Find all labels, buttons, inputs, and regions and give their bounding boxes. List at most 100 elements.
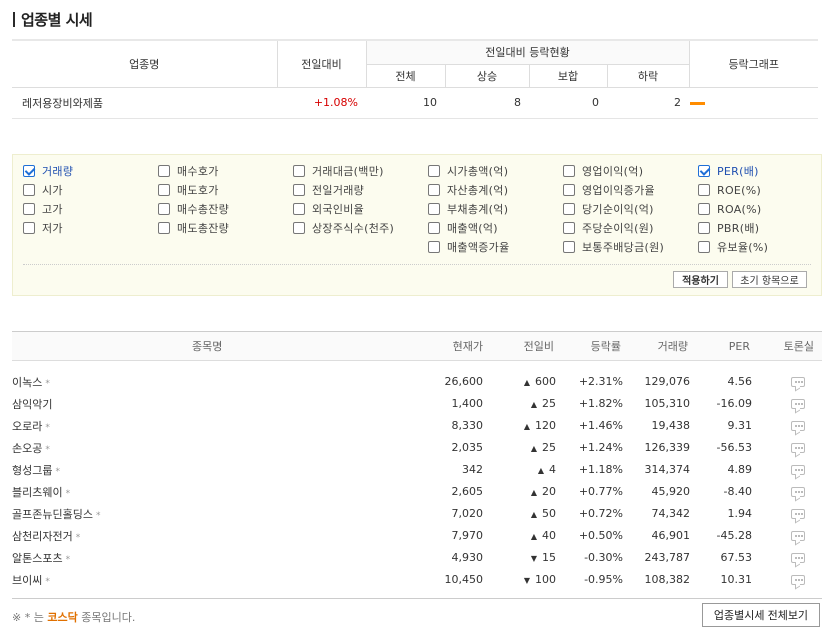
option-9[interactable]: 전일거래량 bbox=[293, 183, 364, 197]
option-23[interactable]: ROE(%) bbox=[698, 183, 761, 197]
option-24[interactable]: ROA(%) bbox=[698, 202, 761, 216]
option-checkbox[interactable] bbox=[428, 184, 440, 196]
stock-name-cell: 이녹스 * bbox=[12, 371, 244, 393]
option-0[interactable]: 거래량 bbox=[23, 164, 73, 178]
stock-name-link[interactable]: 골프존뉴딘홀딩스 bbox=[12, 508, 93, 521]
comment-icon[interactable] bbox=[791, 487, 805, 497]
stock-price: 1,400 bbox=[451, 397, 484, 410]
option-26[interactable]: 유보율(%) bbox=[698, 240, 768, 254]
option-checkbox[interactable] bbox=[563, 222, 575, 234]
option-4[interactable]: 매수호가 bbox=[158, 164, 219, 178]
stock-diff-cell: ▲ 20 bbox=[483, 481, 556, 503]
stock-name-link[interactable]: 형성그룹 bbox=[12, 464, 52, 477]
apply-button[interactable]: 적용하기 bbox=[673, 271, 728, 288]
option-checkbox[interactable] bbox=[698, 165, 710, 177]
comment-icon[interactable] bbox=[791, 575, 805, 585]
comment-icon[interactable] bbox=[791, 443, 805, 453]
comment-icon[interactable] bbox=[791, 531, 805, 541]
stock-diff: 25 bbox=[542, 397, 556, 410]
option-22[interactable]: PER(배) bbox=[698, 164, 759, 178]
forum-cell bbox=[752, 481, 822, 503]
option-label: ROA(%) bbox=[717, 202, 762, 216]
option-checkbox[interactable] bbox=[158, 165, 170, 177]
option-checkbox[interactable] bbox=[698, 184, 710, 196]
stock-diff-cell: ▲ 50 bbox=[483, 503, 556, 525]
option-1[interactable]: 시가 bbox=[23, 183, 63, 197]
option-checkbox[interactable] bbox=[563, 203, 575, 215]
option-checkbox[interactable] bbox=[428, 165, 440, 177]
option-20[interactable]: 주당순이익(원) bbox=[563, 221, 654, 235]
option-checkbox[interactable] bbox=[293, 165, 305, 177]
stock-volume: 243,787 bbox=[644, 551, 691, 564]
comment-icon[interactable] bbox=[791, 465, 805, 475]
option-checkbox[interactable] bbox=[293, 203, 305, 215]
stock-name-link[interactable]: 블리츠웨이 bbox=[12, 486, 63, 499]
option-checkbox[interactable] bbox=[563, 184, 575, 196]
option-checkbox[interactable] bbox=[698, 241, 710, 253]
option-13[interactable]: 자산총계(억) bbox=[428, 183, 508, 197]
stock-name-link[interactable]: 오로라 bbox=[12, 420, 42, 433]
option-checkbox[interactable] bbox=[23, 165, 35, 177]
comment-icon[interactable] bbox=[791, 509, 805, 519]
page-title-area: 업종별 시세 bbox=[13, 8, 93, 30]
option-checkbox[interactable] bbox=[293, 222, 305, 234]
stock-name-link[interactable]: 브이씨 bbox=[12, 574, 42, 587]
stock-per: 4.56 bbox=[727, 375, 753, 388]
option-checkbox[interactable] bbox=[158, 184, 170, 196]
option-17[interactable]: 영업이익(억) bbox=[563, 164, 643, 178]
option-label: 매출액(억) bbox=[447, 222, 498, 235]
comment-icon[interactable] bbox=[791, 421, 805, 431]
option-checkbox[interactable] bbox=[158, 203, 170, 215]
option-checkbox[interactable] bbox=[563, 241, 575, 253]
stock-name-link[interactable]: 삼익악기 bbox=[12, 398, 52, 411]
reset-button[interactable]: 초기 항목으로 bbox=[732, 271, 807, 288]
comment-icon[interactable] bbox=[791, 553, 805, 563]
option-checkbox[interactable] bbox=[698, 203, 710, 215]
stock-name-link[interactable]: 손오공 bbox=[12, 442, 42, 455]
comment-icon[interactable] bbox=[791, 399, 805, 409]
option-2[interactable]: 고가 bbox=[23, 202, 63, 216]
option-label: 매수호가 bbox=[177, 165, 219, 178]
stock-row: 블리츠웨이 * 2,605 ▲ 20 +0.77% 45,920 -8.40 bbox=[12, 481, 822, 503]
option-checkbox[interactable] bbox=[563, 165, 575, 177]
stock-name-link[interactable]: 알톤스포츠 bbox=[12, 552, 63, 565]
option-checkbox[interactable] bbox=[698, 222, 710, 234]
view-all-sectors-button[interactable]: 업종별시세 전체보기 bbox=[702, 603, 820, 627]
stock-name-cell: 삼천리자전거 * bbox=[12, 525, 244, 547]
option-21[interactable]: 보통주배당금(원) bbox=[563, 240, 664, 254]
option-19[interactable]: 당기순이익(억) bbox=[563, 202, 654, 216]
option-checkbox[interactable] bbox=[428, 203, 440, 215]
stock-name-link[interactable]: 삼천리자전거 bbox=[12, 530, 73, 543]
stock-diff: 120 bbox=[535, 419, 556, 432]
option-10[interactable]: 외국인비율 bbox=[293, 202, 364, 216]
option-checkbox[interactable] bbox=[23, 203, 35, 215]
option-3[interactable]: 저가 bbox=[23, 221, 63, 235]
option-15[interactable]: 매출액(억) bbox=[428, 221, 498, 235]
option-checkbox[interactable] bbox=[293, 184, 305, 196]
option-checkbox[interactable] bbox=[23, 222, 35, 234]
option-6[interactable]: 매수총잔량 bbox=[158, 202, 229, 216]
option-14[interactable]: 부채총계(억) bbox=[428, 202, 508, 216]
sector-change: +1.08% bbox=[277, 87, 366, 119]
option-12[interactable]: 시가총액(억) bbox=[428, 164, 508, 178]
option-5[interactable]: 매도호가 bbox=[158, 183, 219, 197]
option-checkbox[interactable] bbox=[428, 222, 440, 234]
option-label: 시가 bbox=[42, 184, 63, 197]
stock-price: 2,035 bbox=[451, 441, 484, 454]
option-11[interactable]: 상장주식수(천주) bbox=[293, 221, 394, 235]
option-25[interactable]: PBR(배) bbox=[698, 221, 759, 235]
stock-per: 10.31 bbox=[720, 573, 753, 586]
option-16[interactable]: 매출액증가율 bbox=[428, 240, 510, 254]
option-label: 상장주식수(천주) bbox=[312, 222, 395, 235]
option-checkbox[interactable] bbox=[158, 222, 170, 234]
comment-icon[interactable] bbox=[791, 377, 805, 387]
stock-price: 8,330 bbox=[451, 419, 484, 432]
stock-rate: +1.82% bbox=[578, 397, 623, 410]
option-8[interactable]: 거래대금(백만) bbox=[293, 164, 384, 178]
option-7[interactable]: 매도총잔량 bbox=[158, 221, 229, 235]
stock-name-link[interactable]: 이녹스 bbox=[12, 376, 42, 389]
option-18[interactable]: 영업이익증가율 bbox=[563, 183, 655, 197]
option-checkbox[interactable] bbox=[428, 241, 440, 253]
option-checkbox[interactable] bbox=[23, 184, 35, 196]
arrow-up-icon: ▲ bbox=[530, 532, 537, 541]
